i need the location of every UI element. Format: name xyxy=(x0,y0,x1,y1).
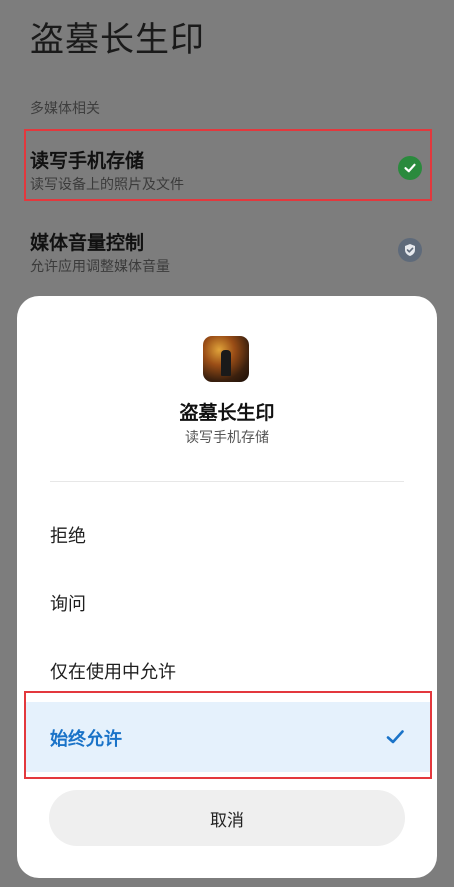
divider xyxy=(50,481,404,482)
section-header: 多媒体相关 xyxy=(30,101,100,117)
page-title: 盗墓长生印 xyxy=(30,20,205,60)
option-ask[interactable]: 询问 xyxy=(50,590,86,616)
game-app-icon xyxy=(203,336,249,382)
permission-subtitle: 允许应用调整媒体音量 xyxy=(30,259,170,275)
highlight-box xyxy=(24,691,432,779)
cancel-button[interactable]: 取消 xyxy=(49,790,405,846)
dialog-app-name: 盗墓长生印 xyxy=(179,402,275,424)
option-deny[interactable]: 拒绝 xyxy=(50,522,86,548)
permission-dialog: 盗墓长生印 读写手机存储 拒绝 询问 仅在使用中允许 始终允许 取消 xyxy=(17,296,437,878)
highlight-box xyxy=(24,129,432,201)
permission-title: 媒体音量控制 xyxy=(30,232,145,254)
option-allow-while-in-use[interactable]: 仅在使用中允许 xyxy=(50,658,176,684)
dialog-permission-name: 读写手机存储 xyxy=(185,430,269,446)
permission-item-media-volume[interactable]: 媒体音量控制 允许应用调整媒体音量 xyxy=(30,228,424,288)
shield-check-icon xyxy=(398,238,422,262)
